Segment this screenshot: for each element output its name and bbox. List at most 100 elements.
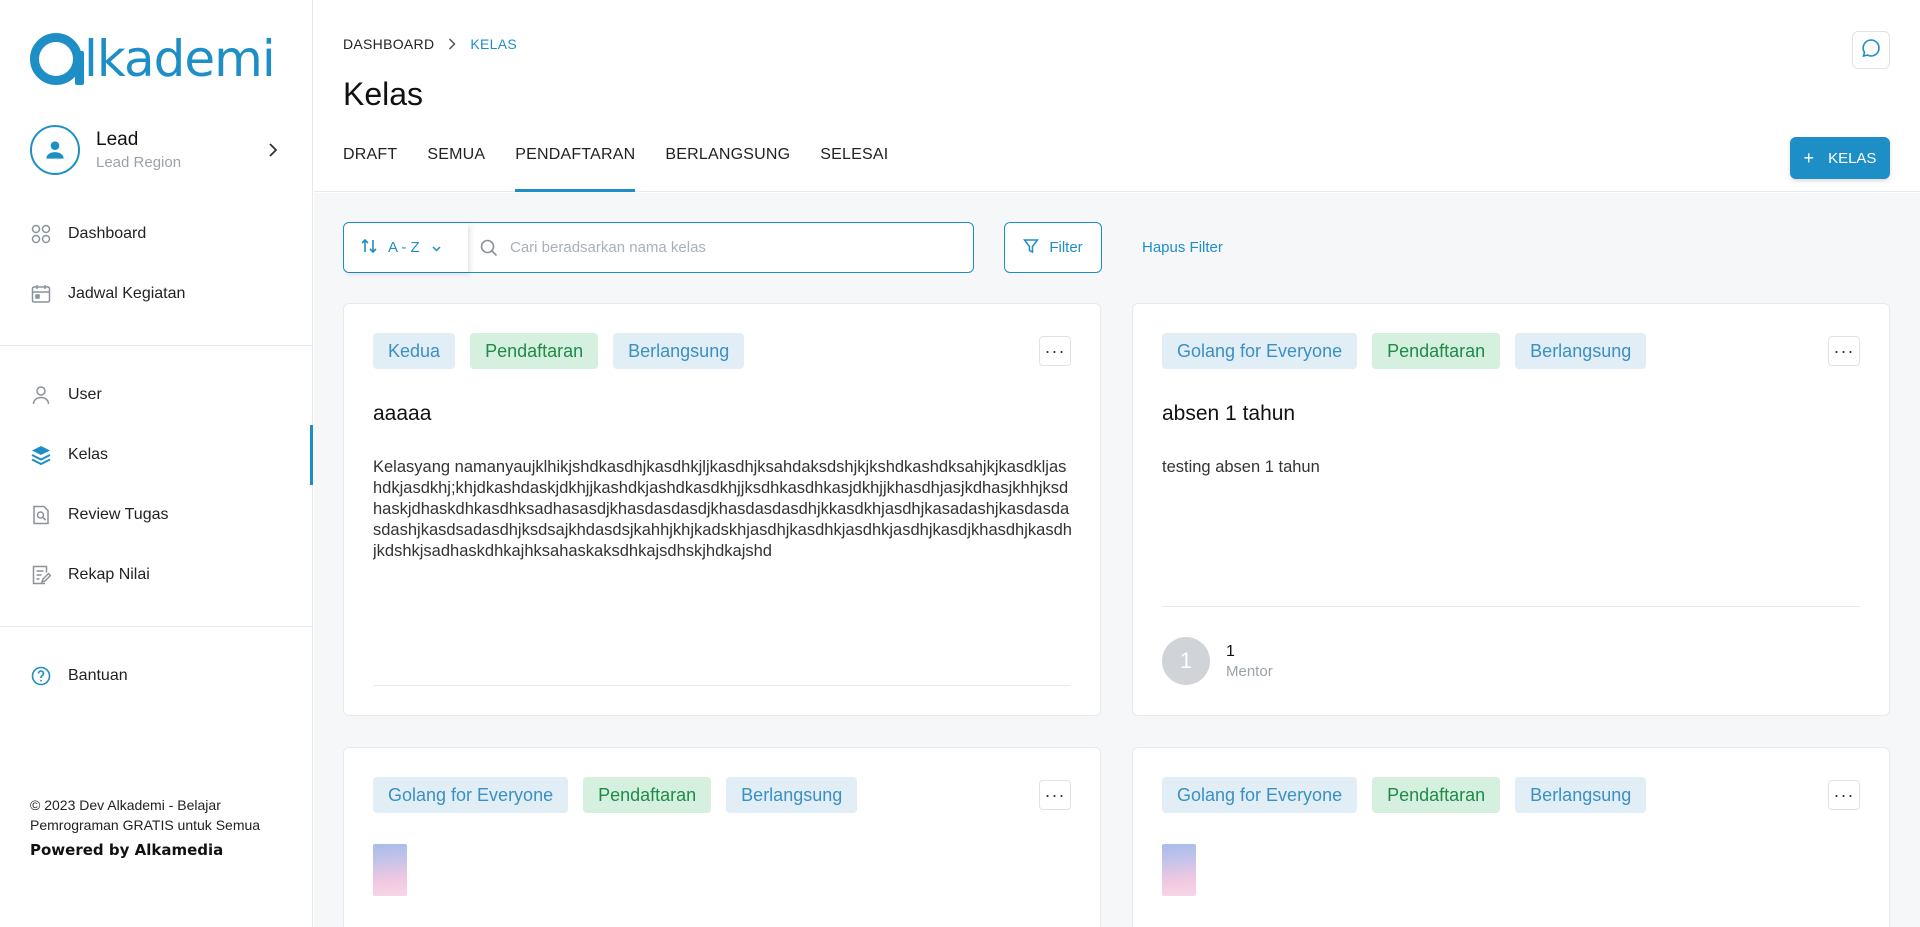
tab-berlangsung[interactable]: BERLANGSUNG	[665, 146, 790, 192]
sidebar-item-label: Jadwal Kegiatan	[68, 285, 186, 302]
footer-powered-by: Powered by Alkamedia	[30, 841, 224, 859]
grid-icon	[30, 223, 52, 245]
sidebar-divider	[0, 626, 313, 627]
footer-copyright: © 2023 Dev Alkademi - Belajar Pemrograma…	[30, 797, 261, 833]
class-thumbnail	[1162, 844, 1196, 896]
more-options-icon[interactable]: ···	[1828, 780, 1860, 810]
sidebar-item-jadwal-kegiatan[interactable]: Jadwal Kegiatan	[0, 264, 313, 324]
chevron-right-icon	[263, 143, 283, 157]
tag-category: Golang for Everyone	[1162, 777, 1358, 813]
tag-phase: Berlangsung	[1515, 333, 1647, 369]
filter-label: Filter	[1049, 239, 1083, 256]
sidebar-nav-manage: User Kelas Review Tugas Rekap Nilai	[0, 365, 313, 605]
tab-draft[interactable]: DRAFT	[343, 146, 397, 192]
chevron-right-icon	[448, 38, 456, 50]
sidebar: lkademi Lead Lead Region Dashboard Jadwa…	[0, 0, 313, 927]
sidebar-item-rekap-nilai[interactable]: Rekap Nilai	[0, 545, 313, 605]
toolbar: A - Z Filter Hapus Filter	[343, 222, 1223, 273]
page-header: DASHBOARD KELAS Kelas DRAFT SEMUA PENDAF…	[314, 0, 1920, 192]
breadcrumb-kelas: KELAS	[470, 36, 518, 52]
mentor-label: Mentor	[1226, 662, 1273, 680]
main-content: A - Z Filter Hapus Filter Kedua Pendafta…	[314, 193, 1920, 927]
tag-status: Pendaftaran	[1372, 333, 1501, 369]
tab-semua[interactable]: SEMUA	[427, 146, 485, 192]
sidebar-item-label: User	[68, 386, 102, 403]
tab-underline	[515, 189, 636, 192]
help-icon	[30, 665, 52, 687]
sidebar-item-kelas[interactable]: Kelas	[0, 425, 313, 485]
calendar-icon	[30, 283, 52, 305]
profile-name: Lead	[96, 129, 139, 150]
sidebar-item-label: Review Tugas	[68, 506, 169, 523]
tag-phase: Berlangsung	[726, 777, 858, 813]
mentor-avatar: 1	[1162, 637, 1210, 685]
card-title: absen 1 tahun	[1162, 402, 1296, 425]
class-card[interactable]: Golang for Everyone Pendaftaran Berlangs…	[343, 747, 1101, 927]
tag-status: Pendaftaran	[583, 777, 712, 813]
tag-phase: Berlangsung	[613, 333, 745, 369]
user-avatar-icon	[30, 125, 80, 175]
sidebar-item-label: Bantuan	[68, 667, 128, 684]
filter-icon	[1023, 238, 1040, 258]
sidebar-divider	[0, 345, 313, 346]
alkademi-logo[interactable]: lkademi	[30, 30, 276, 88]
card-description: testing absen 1 tahun	[1162, 458, 1320, 476]
card-divider	[373, 685, 1071, 686]
breadcrumb-dashboard[interactable]: DASHBOARD	[343, 36, 434, 52]
clear-filter-link[interactable]: Hapus Filter	[1142, 239, 1223, 256]
user-icon	[30, 384, 52, 406]
search-group: A - Z	[343, 222, 974, 273]
sidebar-item-user[interactable]: User	[0, 365, 313, 425]
logo-mark-icon	[30, 31, 84, 87]
card-tags: Golang for Everyone Pendaftaran Berlangs…	[373, 777, 872, 813]
chat-button[interactable]	[1852, 31, 1890, 69]
class-card[interactable]: Kedua Pendaftaran Berlangsung ··· aaaaa …	[343, 303, 1101, 716]
active-indicator	[310, 425, 313, 485]
tag-status: Pendaftaran	[1372, 777, 1501, 813]
tab-selesai[interactable]: SELESAI	[820, 146, 888, 192]
more-options-icon[interactable]: ···	[1039, 780, 1071, 810]
class-card[interactable]: Golang for Everyone Pendaftaran Berlangs…	[1132, 303, 1890, 716]
tag-phase: Berlangsung	[1515, 777, 1647, 813]
add-kelas-label: KELAS	[1828, 149, 1877, 167]
tab-pendaftaran[interactable]: PENDAFTARAN	[515, 146, 636, 192]
card-divider	[1162, 606, 1860, 607]
plus-icon: +	[1803, 148, 1815, 168]
logo-text: lkademi	[84, 30, 276, 88]
sidebar-nav-help: Bantuan	[0, 646, 313, 706]
sidebar-item-label: Kelas	[68, 446, 109, 463]
search-icon	[468, 223, 498, 272]
sidebar-item-review-tugas[interactable]: Review Tugas	[0, 485, 313, 545]
tag-category: Golang for Everyone	[1162, 333, 1358, 369]
chevron-down-icon	[432, 239, 441, 256]
mentor-info: 1 1 Mentor	[1162, 637, 1273, 685]
sidebar-nav-main: Dashboard Jadwal Kegiatan	[0, 204, 313, 324]
card-title: aaaaa	[373, 402, 432, 425]
breadcrumb: DASHBOARD KELAS	[343, 36, 517, 52]
card-description: Kelasyang namanyaujklhikjshdkasdhjkasdhk…	[373, 458, 1072, 560]
more-options-icon[interactable]: ···	[1828, 336, 1860, 366]
sidebar-item-dashboard[interactable]: Dashboard	[0, 204, 313, 264]
profile-role: Lead Region	[96, 154, 182, 171]
sort-label: A - Z	[388, 239, 420, 256]
layers-icon	[30, 444, 52, 466]
tag-category: Kedua	[373, 333, 456, 369]
class-card[interactable]: Golang for Everyone Pendaftaran Berlangs…	[1132, 747, 1890, 927]
sidebar-footer: © 2023 Dev Alkademi - Belajar Pemrograma…	[30, 795, 270, 859]
sidebar-item-label: Dashboard	[68, 225, 147, 242]
search-input[interactable]	[498, 223, 973, 272]
mentor-count: 1	[1226, 642, 1235, 660]
sort-icon	[360, 237, 378, 259]
filter-button[interactable]: Filter	[1004, 222, 1102, 273]
sidebar-item-label: Rekap Nilai	[68, 566, 150, 583]
sidebar-item-bantuan[interactable]: Bantuan	[0, 646, 313, 706]
status-tabs: DRAFT SEMUA PENDAFTARAN BERLANGSUNG SELE…	[343, 146, 918, 192]
edit-note-icon	[30, 564, 52, 586]
tag-status: Pendaftaran	[470, 333, 599, 369]
tag-category: Golang for Everyone	[373, 777, 569, 813]
class-thumbnail	[373, 844, 407, 896]
more-options-icon[interactable]: ···	[1039, 336, 1071, 366]
profile-card[interactable]: Lead Lead Region	[30, 124, 283, 176]
sort-dropdown[interactable]: A - Z	[344, 223, 468, 272]
add-kelas-button[interactable]: + KELAS	[1790, 137, 1890, 179]
